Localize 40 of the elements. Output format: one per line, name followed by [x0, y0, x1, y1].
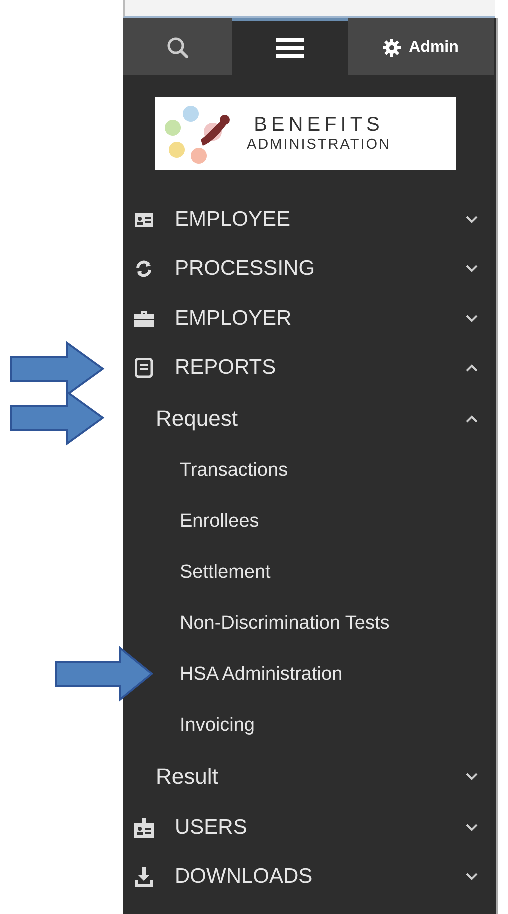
search-icon [166, 36, 190, 60]
menu-label: USERS [175, 816, 248, 840]
menu-icon [276, 37, 304, 59]
menu-label: EMPLOYER [175, 306, 293, 331]
report-label: Enrollees [180, 510, 260, 532]
report-link[interactable]: Non-Discrimination Tests [160, 598, 496, 649]
id-card-icon [135, 212, 153, 227]
logo-title: BENEFITS [254, 114, 384, 137]
menu-label: EMPLOYEE [175, 208, 292, 232]
menu-item[interactable]: EMPLOYEE [123, 195, 496, 244]
submenu-item[interactable]: Result [123, 751, 496, 803]
admin-tab[interactable]: Admin [348, 18, 494, 75]
report-link[interactable]: Settlement [160, 547, 496, 598]
report-link[interactable]: Transactions [160, 445, 496, 496]
report-link[interactable]: HSA Administration [160, 649, 496, 700]
document-icon [135, 358, 153, 378]
menu-item[interactable]: EMPLOYER [123, 294, 496, 344]
gear-icon [383, 39, 402, 57]
report-label: HSA Administration [180, 664, 344, 686]
menu-item[interactable]: PROCESSING [123, 244, 496, 294]
report-label: Transactions [180, 460, 290, 482]
logo-subtitle: ADMINISTRATION [247, 137, 391, 153]
menu-label: REPORTS [175, 356, 278, 380]
menu-item[interactable]: DOWNLOADS [123, 852, 496, 902]
menu-item[interactable]: USERS [123, 803, 496, 852]
submenu-label: Result [156, 764, 220, 790]
download-icon [135, 867, 153, 888]
report-label: Invoicing [180, 714, 256, 736]
report-label: Settlement [180, 562, 272, 584]
id-badge-icon [134, 818, 154, 838]
briefcase-icon [134, 310, 154, 327]
menu-label: PROCESSING [175, 257, 316, 282]
sync-icon [135, 260, 153, 278]
submenu-item[interactable]: Request [123, 393, 496, 445]
submenu-label: Request [156, 406, 239, 432]
report-label: Non-Discrimination Tests [180, 612, 391, 634]
report-link[interactable]: Enrollees [160, 496, 496, 547]
menu-label: DOWNLOADS [175, 865, 314, 890]
report-link[interactable]: Invoicing [160, 700, 496, 751]
menu-item[interactable]: REPORTS [123, 344, 496, 393]
